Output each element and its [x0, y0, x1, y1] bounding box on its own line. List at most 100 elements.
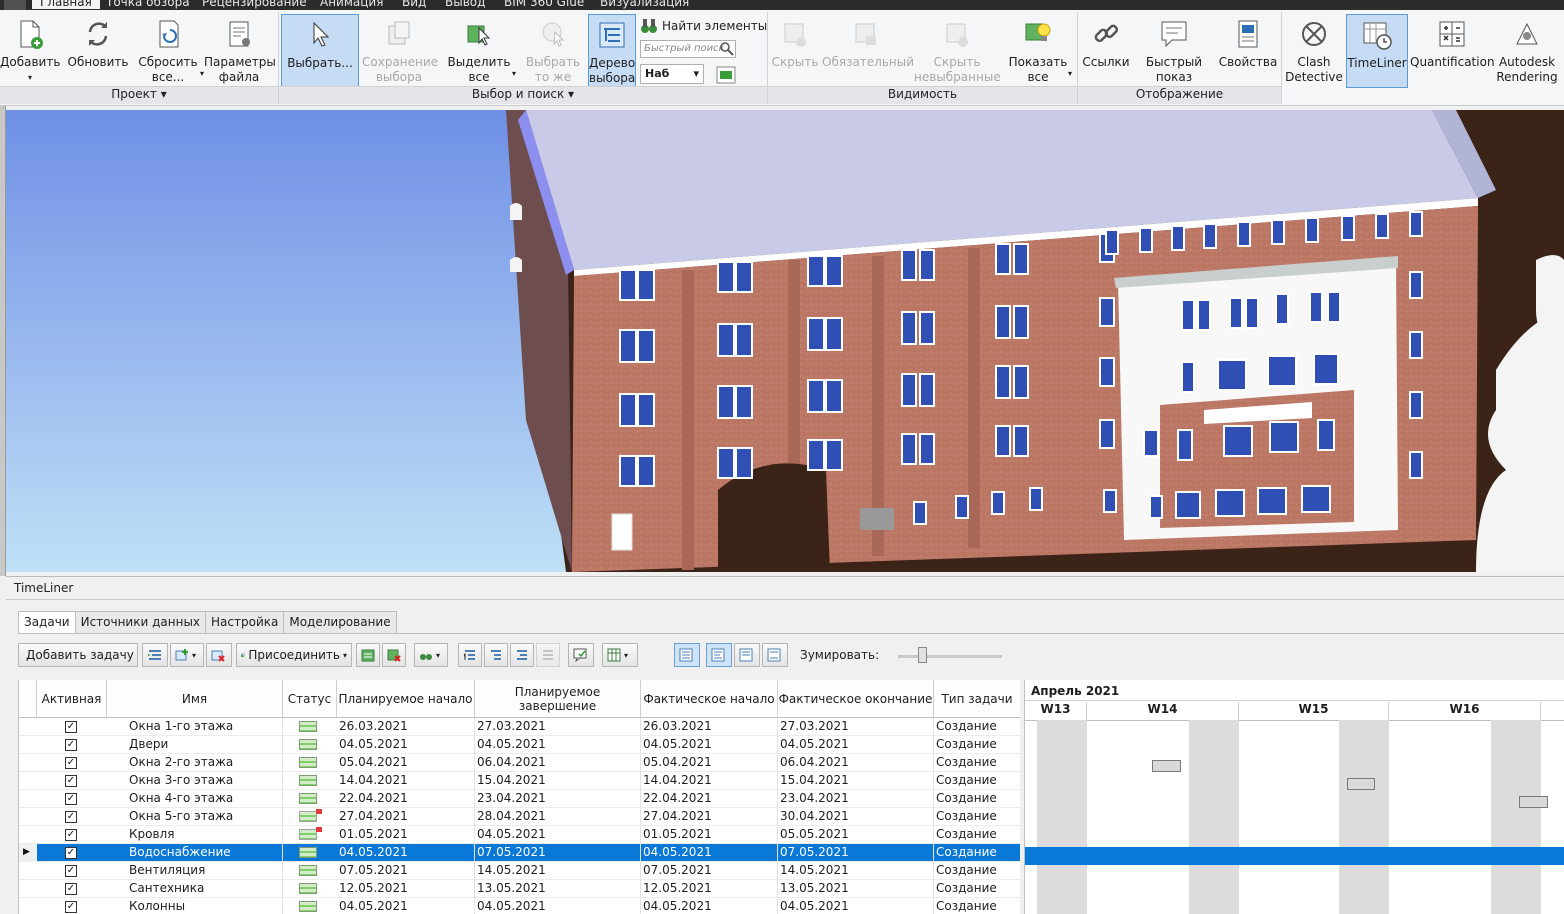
sets-dropdown[interactable]: Наб ▾ [640, 64, 704, 84]
tab-simulate[interactable]: Моделирование [283, 611, 397, 633]
menu-tab-output[interactable]: Вывод [445, 0, 485, 9]
cell-plan-start[interactable]: 01.05.2021 [339, 826, 475, 844]
gantt-task-bar[interactable] [1346, 778, 1376, 790]
cell-fact-end[interactable]: 30.04.2021 [780, 808, 934, 826]
table-row[interactable]: ✓ Сантехника 12.05.2021 13.05.2021 12.05.202… [19, 880, 1020, 898]
3d-viewport[interactable] [6, 110, 1564, 572]
columns-button[interactable]: ▾ [602, 643, 638, 667]
table-row[interactable]: ✓ Вентиляция 07.05.2021 14.05.2021 07.05.202… [19, 862, 1020, 880]
cell-type[interactable]: Создание [936, 898, 1020, 914]
insert-task-button[interactable] [142, 643, 168, 667]
active-checkbox[interactable]: ✓ [65, 757, 77, 769]
select-all-button[interactable]: Выделить все ▾ [444, 14, 516, 92]
cell-plan-start[interactable]: 26.03.2021 [339, 718, 475, 736]
timeliner-button[interactable]: TimeLiner [1346, 14, 1408, 88]
cell-plan-end[interactable]: 04.05.2021 [477, 898, 641, 914]
cell-type[interactable]: Создание [936, 808, 1020, 826]
table-row[interactable]: ✓ Колонны 04.05.2021 04.05.2021 04.05.2021 04… [19, 898, 1020, 914]
task-name[interactable]: Окна 3-го этажа [129, 772, 283, 790]
task-name[interactable]: Окна 2-го этажа [129, 754, 283, 772]
add-button[interactable]: Добавить ▾ [0, 14, 60, 92]
menu-tab-bim360[interactable]: BIM 360 Glue [504, 0, 584, 9]
cell-plan-end[interactable]: 15.04.2021 [477, 772, 641, 790]
task-name[interactable]: Сантехника [129, 880, 283, 898]
cell-fact-start[interactable]: 14.04.2021 [643, 772, 778, 790]
gantt-task-bar[interactable] [1519, 796, 1548, 808]
auto-add-tasks-button[interactable]: ▾ [170, 643, 204, 667]
cell-plan-start[interactable]: 04.05.2021 [339, 844, 475, 862]
active-checkbox[interactable]: ✓ [65, 793, 77, 805]
menu-tab-viewpoint[interactable]: Точка обзора [106, 0, 190, 9]
links-button[interactable]: Ссылки [1080, 14, 1132, 92]
cell-plan-start[interactable]: 27.04.2021 [339, 808, 475, 826]
cell-fact-end[interactable]: 07.05.2021 [780, 844, 934, 862]
cell-fact-start[interactable]: 27.04.2021 [643, 808, 778, 826]
table-row[interactable]: ✓ Окна 4-го этажа 22.04.2021 23.04.2021 22.0… [19, 790, 1020, 808]
cell-plan-end[interactable]: 13.05.2021 [477, 880, 641, 898]
tab-configure[interactable]: Настройка [205, 611, 285, 633]
task-name[interactable]: Вентиляция [129, 862, 283, 880]
search-icon[interactable] [720, 42, 734, 56]
properties-button[interactable]: Свойства [1218, 14, 1278, 92]
view-grid-gantt-button[interactable] [674, 643, 700, 667]
cell-fact-end[interactable]: 04.05.2021 [780, 898, 934, 914]
autodesk-rendering-button[interactable]: Autodesk Rendering [1496, 14, 1558, 92]
selection-tree-button[interactable]: Дерево выбора [588, 14, 636, 88]
col-active-header[interactable]: Активная [37, 680, 107, 718]
view-planned-button[interactable] [734, 643, 760, 667]
group-project[interactable]: Проект ▾ [0, 86, 278, 104]
table-row[interactable]: ✓ Двери 04.05.2021 04.05.2021 04.05.2021 04.0… [19, 736, 1020, 754]
cell-plan-start[interactable]: 14.04.2021 [339, 772, 475, 790]
cell-fact-start[interactable]: 04.05.2021 [643, 898, 778, 914]
col-task-type-header[interactable]: Тип задачи [934, 680, 1020, 718]
quick-properties-button[interactable]: Быстрый показ свойств [1134, 14, 1214, 99]
task-name[interactable]: Колонны [129, 898, 283, 914]
active-checkbox[interactable]: ✓ [65, 883, 77, 895]
gantt-task-bar[interactable] [1152, 760, 1181, 772]
zoom-slider-thumb[interactable] [918, 647, 927, 663]
hide-button[interactable]: Скрыть [770, 14, 820, 92]
menu-tab-visualization[interactable]: Визуализация [600, 0, 689, 9]
tab-tasks[interactable]: Задачи [18, 611, 76, 633]
cell-fact-start[interactable]: 01.05.2021 [643, 826, 778, 844]
cell-type[interactable]: Создание [936, 754, 1020, 772]
select-button[interactable]: Выбрать... [281, 14, 359, 88]
cell-plan-end[interactable]: 06.04.2021 [477, 754, 641, 772]
task-name[interactable]: Окна 1-го этажа [129, 718, 283, 736]
active-checkbox[interactable]: ✓ [65, 775, 77, 787]
find-items-task-button[interactable]: ▾ [414, 643, 448, 667]
require-button[interactable]: Обязательный [822, 14, 914, 92]
cell-fact-start[interactable]: 05.04.2021 [643, 754, 778, 772]
level-down-button[interactable] [484, 643, 508, 667]
manage-sets-icon[interactable] [716, 66, 736, 84]
cell-plan-end[interactable]: 14.05.2021 [477, 862, 641, 880]
table-row[interactable]: ✓ Кровля 01.05.2021 04.05.2021 01.05.2021 05.… [19, 826, 1020, 844]
table-row[interactable]: ✓ Окна 5-го этажа 27.04.2021 28.04.2021 27.0… [19, 808, 1020, 826]
cell-fact-start[interactable]: 12.05.2021 [643, 880, 778, 898]
cell-fact-end[interactable]: 04.05.2021 [780, 736, 934, 754]
cell-fact-start[interactable]: 26.03.2021 [643, 718, 778, 736]
cell-type[interactable]: Создание [936, 844, 1020, 862]
cell-fact-end[interactable]: 13.05.2021 [780, 880, 934, 898]
show-all-button[interactable]: Показать все ▾ [1006, 14, 1072, 92]
active-checkbox[interactable]: ✓ [65, 811, 77, 823]
add-comment-button[interactable] [568, 643, 594, 667]
cell-plan-start[interactable]: 07.05.2021 [339, 862, 475, 880]
quantification-button[interactable]: Quantification [1410, 14, 1495, 92]
col-fact-start-header[interactable]: Фактическое начало [641, 680, 778, 718]
group-select-search[interactable]: Выбор и поиск ▾ [279, 86, 767, 104]
outdent-button[interactable] [536, 643, 560, 667]
find-items-button[interactable]: Найти элементы [640, 16, 767, 36]
table-row[interactable]: ✓ Окна 3-го этажа 14.04.2021 15.04.2021 14.0… [19, 772, 1020, 790]
save-selection-button[interactable]: Сохранение выбора [362, 14, 438, 92]
col-fact-end-header[interactable]: Фактическое окончание [778, 680, 934, 718]
task-name[interactable]: Водоснабжение [129, 844, 283, 862]
active-checkbox[interactable]: ✓ [65, 865, 77, 877]
cell-fact-end[interactable]: 14.05.2021 [780, 862, 934, 880]
view-compare-button[interactable] [762, 643, 788, 667]
cell-plan-end[interactable]: 04.05.2021 [477, 826, 641, 844]
cell-fact-end[interactable]: 23.04.2021 [780, 790, 934, 808]
auto-attach-button[interactable] [356, 643, 380, 667]
cell-type[interactable]: Создание [936, 826, 1020, 844]
select-same-button[interactable]: Выбрать то же [520, 14, 586, 92]
